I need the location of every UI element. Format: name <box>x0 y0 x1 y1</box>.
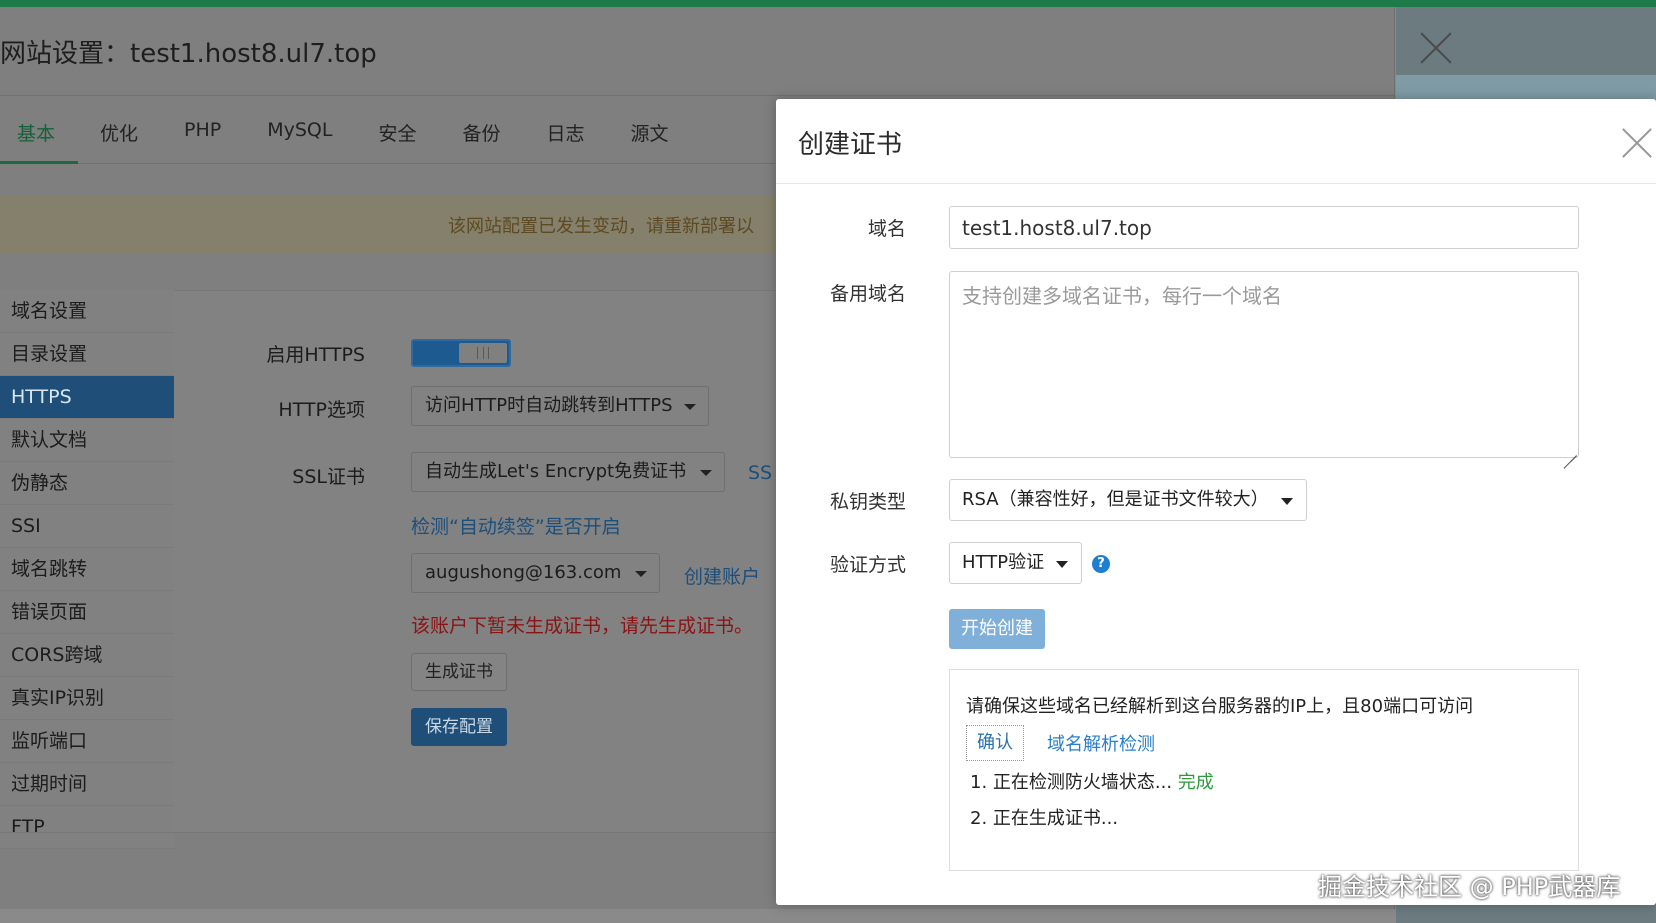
generate-cert-button[interactable]: 生成证书 <box>411 653 507 691</box>
close-icon[interactable] <box>1622 127 1652 157</box>
ssl-cert-label: SSL证书 <box>292 466 365 488</box>
ssl-link[interactable]: SS <box>748 462 772 484</box>
dns-check-link[interactable]: 域名解析检测 <box>1047 730 1155 756</box>
watermark-text: 掘金技术社区 @ PHP武器库 <box>1318 873 1621 901</box>
tab-source[interactable]: 源文 <box>631 119 669 163</box>
grip-icon <box>477 347 489 359</box>
verify-method-label: 验证方式 <box>829 554 906 576</box>
ssl-cert-select[interactable]: 自动生成Let's Encrypt免费证书 <box>411 452 725 492</box>
step-1-text: 1. 正在检测防火墙状态... <box>970 772 1173 793</box>
tab-security[interactable]: 安全 <box>378 119 416 163</box>
ssl-cert-value: 自动生成Let's Encrypt免费证书 <box>425 461 687 482</box>
tab-backup[interactable]: 备份 <box>463 119 501 163</box>
sidebar-item-default-doc[interactable]: 默认文档 <box>0 419 174 462</box>
tab-basic[interactable]: 基本 <box>17 119 55 163</box>
tab-logs[interactable]: 日志 <box>547 119 585 163</box>
dns-notice-text: 请确保这些域名已经解析到这台服务器的IP上，且80端口可访问 <box>966 696 1474 717</box>
sidebar-item-ssi[interactable]: SSI <box>0 505 174 548</box>
close-icon[interactable] <box>1419 31 1453 65</box>
progress-step-1: 1. 正在检测防火墙状态... 完成 <box>970 768 1214 794</box>
modal-title: 创建证书 <box>798 130 903 160</box>
alt-domain-textarea[interactable] <box>949 271 1579 458</box>
sidebar-item-expiry[interactable]: 过期时间 <box>0 763 174 806</box>
create-cert-modal: 创建证书 域名 备用域名 私钥类型 RSA（兼容性好，但是证书文件较大） 验证方… <box>776 99 1656 905</box>
confirm-button[interactable]: 确认 <box>966 725 1024 761</box>
notice-text: 该网站配置已发生变动，请重新部署以 <box>448 216 754 237</box>
enable-https-toggle[interactable] <box>411 339 511 367</box>
site-settings-title: 网站设置：test1.host8.ul7.top <box>0 39 377 69</box>
settings-sidebar: 域名设置 目录设置 HTTPS 默认文档 伪静态 SSI 域名跳转 错误页面 C… <box>0 290 174 849</box>
http-option-select[interactable]: 访问HTTP时自动跳转到HTTPS <box>411 386 709 426</box>
chevron-down-icon <box>1281 498 1293 505</box>
progress-step-2: 2. 正在生成证书... <box>970 808 1119 829</box>
save-config-button[interactable]: 保存配置 <box>411 708 507 746</box>
domain-input[interactable] <box>949 206 1579 249</box>
chevron-down-icon <box>700 470 712 476</box>
key-type-value: RSA（兼容性好，但是证书文件较大） <box>962 489 1269 510</box>
tab-php[interactable]: PHP <box>184 119 221 163</box>
domain-label: 域名 <box>867 218 906 240</box>
chevron-down-icon <box>684 404 696 410</box>
help-icon[interactable]: ? <box>1092 555 1110 573</box>
verify-method-select[interactable]: HTTP验证 <box>949 542 1082 584</box>
account-select[interactable]: augushong@163.com <box>411 553 660 593</box>
sidebar-item-listen-port[interactable]: 监听端口 <box>0 720 174 763</box>
sidebar-item-cors[interactable]: CORS跨域 <box>0 634 174 677</box>
sidebar-item-rewrite[interactable]: 伪静态 <box>0 462 174 505</box>
check-auto-renew-link[interactable]: 检测“自动续签”是否开启 <box>411 512 621 539</box>
account-value: augushong@163.com <box>425 562 622 583</box>
progress-box: 请确保这些域名已经解析到这台服务器的IP上，且80端口可访问 确认 域名解析检测… <box>949 669 1579 871</box>
sidebar-item-real-ip[interactable]: 真实IP识别 <box>0 677 174 720</box>
modal-divider <box>776 183 1656 184</box>
top-accent-bar <box>0 0 1656 7</box>
step-1-status: 完成 <box>1177 772 1214 793</box>
alt-domain-label: 备用域名 <box>829 283 906 305</box>
chevron-down-icon <box>635 571 647 577</box>
chevron-down-icon <box>1056 561 1068 568</box>
active-tab-indicator <box>0 161 78 164</box>
config-changed-notice: 该网站配置已发生变动，请重新部署以 <box>0 195 775 253</box>
sidebar-item-https[interactable]: HTTPS <box>0 376 174 419</box>
sidebar-item-error-page[interactable]: 错误页面 <box>0 591 174 634</box>
tab-optimize[interactable]: 优化 <box>100 119 138 163</box>
http-option-label: HTTP选项 <box>278 399 365 421</box>
key-type-label: 私钥类型 <box>829 491 906 513</box>
resize-handle-icon[interactable] <box>1563 442 1577 456</box>
start-create-button[interactable]: 开始创建 <box>949 609 1045 649</box>
settings-tabs: 基本 优化 PHP MySQL 安全 备份 日志 源文 <box>0 119 669 163</box>
verify-method-value: HTTP验证 <box>962 552 1045 573</box>
no-cert-error: 该账户下暂未生成证书，请先生成证书。 <box>411 615 754 637</box>
sidebar-item-redirect[interactable]: 域名跳转 <box>0 548 174 591</box>
toggle-knob <box>459 343 507 363</box>
tabs-divider <box>0 163 775 164</box>
enable-https-label: 启用HTTPS <box>266 344 365 366</box>
sidebar-item-domain[interactable]: 域名设置 <box>0 290 174 333</box>
panel-bottom-border <box>0 832 775 833</box>
tab-mysql[interactable]: MySQL <box>267 119 332 163</box>
http-option-value: 访问HTTP时自动跳转到HTTPS <box>425 395 673 416</box>
key-type-select[interactable]: RSA（兼容性好，但是证书文件较大） <box>949 479 1307 521</box>
create-account-link[interactable]: 创建账户 <box>684 562 760 589</box>
sidebar-item-ftp[interactable]: FTP <box>0 806 174 849</box>
sidebar-item-directory[interactable]: 目录设置 <box>0 333 174 376</box>
title-divider <box>0 95 1395 96</box>
